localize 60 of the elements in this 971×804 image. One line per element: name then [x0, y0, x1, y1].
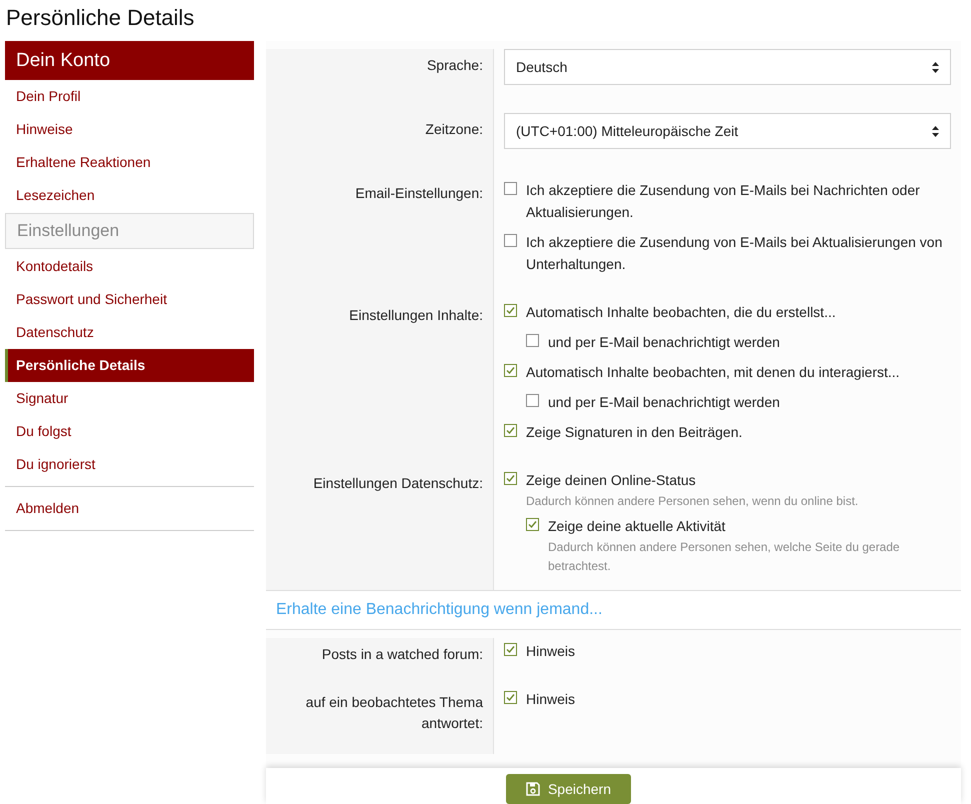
sidebar-item[interactable]: Erhaltene Reaktionen: [5, 146, 254, 179]
sidebar-item[interactable]: Persönliche Details: [5, 349, 254, 382]
option-hint: Dadurch können andere Personen sehen, wenn du online bist.: [526, 493, 860, 510]
select-field[interactable]: Deutsch: [504, 49, 951, 85]
setting-label: Sprache:: [426, 56, 483, 75]
select-field[interactable]: (UTC+01:00) Mitteleuropäische Zeit: [504, 113, 951, 149]
option-label: Zeige Signaturen in den Beiträgen.: [526, 423, 742, 442]
option-label: und per E-Mail benachrichtigt werden: [548, 393, 780, 412]
sidebar-header: Dein Konto: [5, 41, 254, 80]
checkbox[interactable]: [504, 643, 517, 656]
sidebar-item[interactable]: Lesezeichen: [5, 179, 254, 212]
setting-label: Einstellungen Datenschutz:: [312, 474, 483, 493]
check-icon: [528, 520, 537, 529]
setting-label: Email-Einstellungen:: [354, 184, 483, 203]
option-label: Automatisch Inhalte beobachten, mit denen du interagierst...: [526, 363, 900, 382]
option-hint: Dadurch können andere Personen sehen, welche Seite du gerade betrachtest.: [548, 539, 901, 575]
checkbox[interactable]: [504, 234, 517, 247]
option-label: Ich akzeptiere die Zusendung von E-Mails bei Aktualisierungen von Unterhaltungen.: [526, 233, 944, 274]
check-icon: [506, 366, 515, 375]
sidebar-item[interactable]: Datenschutz: [5, 316, 254, 349]
option-label: Zeige deinen Online-Status: [526, 471, 696, 490]
checkbox[interactable]: [526, 394, 539, 407]
checkbox[interactable]: [504, 182, 517, 195]
checkbox[interactable]: [504, 472, 517, 485]
checkbox[interactable]: [504, 304, 517, 317]
sidebar-item[interactable]: Dein Profil: [5, 80, 254, 113]
setting-label: auf ein beobachtetes Thema antwortet:: [304, 693, 483, 733]
checkbox[interactable]: [526, 334, 539, 347]
sidebar-item[interactable]: Hinweise: [5, 113, 254, 146]
sidebar-item[interactable]: Signatur: [5, 382, 254, 415]
sidebar-item[interactable]: Kontodetails: [5, 250, 254, 283]
checkbox[interactable]: [504, 364, 517, 377]
save-icon: [526, 782, 540, 796]
option-label: Hinweis: [526, 690, 576, 709]
check-icon: [506, 693, 515, 702]
sidebar-item[interactable]: Du ignorierst: [5, 448, 254, 481]
check-icon: [506, 645, 515, 654]
checkbox[interactable]: [504, 424, 517, 437]
checkbox[interactable]: [526, 518, 539, 531]
check-icon: [506, 474, 515, 483]
setting-label: Zeitzone:: [424, 120, 483, 139]
option-label: Zeige deine aktuelle Aktivität: [548, 517, 726, 536]
option-label: Hinweis: [526, 642, 576, 661]
sidebar-item[interactable]: Passwort und Sicherheit: [5, 283, 254, 316]
check-icon: [506, 306, 515, 315]
select-arrows-icon: [932, 126, 939, 136]
checkbox[interactable]: [504, 691, 517, 704]
select-arrows-icon: [932, 62, 939, 72]
section-heading: Erhalte eine Benachrichtigung wenn jemand...: [266, 590, 961, 630]
sidebar-item[interactable]: Du folgst: [5, 415, 254, 448]
setting-label: Posts in a watched forum:: [320, 645, 483, 664]
option-label: Ich akzeptiere die Zusendung von E-Mails bei Nachrichten oder Aktualisierungen.: [526, 181, 921, 222]
setting-label: Einstellungen Inhalte:: [348, 306, 483, 325]
page-title: Persönliche Details: [5, 4, 196, 32]
check-icon: [506, 426, 515, 435]
sidebar-item[interactable]: Abmelden: [5, 492, 254, 525]
option-label: Automatisch Inhalte beobachten, die du erstellst...: [526, 303, 836, 322]
option-label: und per E-Mail benachrichtigt werden: [548, 333, 780, 352]
save-button[interactable]: Speichern: [506, 774, 632, 804]
sidebar-section: Einstellungen: [5, 213, 254, 249]
